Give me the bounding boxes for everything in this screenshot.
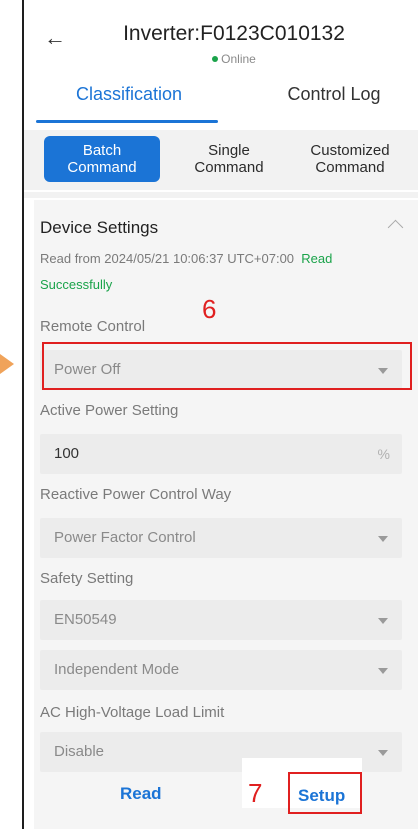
divider: [24, 192, 418, 198]
dropdown-caret-icon: [378, 618, 388, 624]
batch-command-button[interactable]: Batch Command: [44, 136, 160, 182]
customized-command-button[interactable]: Customized Command: [286, 136, 414, 182]
dropdown-caret-icon: [378, 668, 388, 674]
active-power-input[interactable]: 100 %: [40, 434, 402, 474]
annotation-step-6: 6: [202, 294, 217, 324]
device-settings-section: Device Settings Read from 2024/05/21 10:…: [34, 200, 418, 829]
single-command-button[interactable]: Single Command: [174, 136, 284, 182]
reactive-power-label: Reactive Power Control Way: [40, 486, 232, 503]
command-type-selector: Batch Command Single Command Customized …: [24, 130, 418, 190]
tab-bar: Classification Control Log: [24, 78, 418, 124]
safety-setting-label: Safety Setting: [40, 570, 134, 587]
annotation-highlight-remote-control: [42, 342, 412, 390]
page-title: Inverter:F0123C010132: [123, 22, 345, 45]
annotation-step-7: 7: [248, 778, 263, 808]
online-status: Online: [84, 52, 384, 66]
percent-unit: %: [377, 446, 390, 462]
section-title: Device Settings: [40, 218, 159, 237]
dropdown-caret-icon: [378, 536, 388, 542]
mode-select[interactable]: Independent Mode: [40, 650, 402, 690]
back-arrow-icon[interactable]: ←: [44, 27, 68, 49]
active-power-value: 100: [54, 445, 80, 462]
active-power-label: Active Power Setting: [40, 402, 179, 419]
safety-setting-value: EN50549: [54, 611, 117, 628]
collapse-chevron-icon[interactable]: [387, 219, 404, 236]
orange-pointer-marker: [0, 354, 14, 374]
active-tab-indicator: [36, 120, 218, 123]
tab-classification[interactable]: Classification: [64, 84, 194, 105]
ac-limit-value: Disable: [54, 743, 105, 760]
tab-control-log[interactable]: Control Log: [274, 84, 394, 105]
safety-setting-select[interactable]: EN50549: [40, 600, 402, 640]
header: ← Inverter:F0123C010132 Online: [24, 0, 418, 72]
status-label: Online: [221, 52, 256, 66]
read-info: Read from 2024/05/21 10:06:37 UTC+07:00 …: [40, 246, 400, 298]
read-timestamp: Read from 2024/05/21 10:06:37 UTC+07:00: [40, 251, 295, 266]
ac-limit-label: AC High-Voltage Load Limit: [40, 704, 225, 721]
annotation-highlight-setup: [288, 772, 362, 814]
reactive-power-select[interactable]: Power Factor Control: [40, 518, 402, 558]
online-dot-icon: [212, 55, 219, 62]
inverter-control-screen: ← Inverter:F0123C010132 Online Classific…: [24, 0, 418, 829]
read-button[interactable]: Read: [120, 784, 162, 804]
dropdown-caret-icon: [378, 750, 388, 756]
remote-control-label: Remote Control: [40, 318, 146, 335]
reactive-power-value: Power Factor Control: [54, 529, 196, 546]
mode-value: Independent Mode: [54, 661, 180, 678]
